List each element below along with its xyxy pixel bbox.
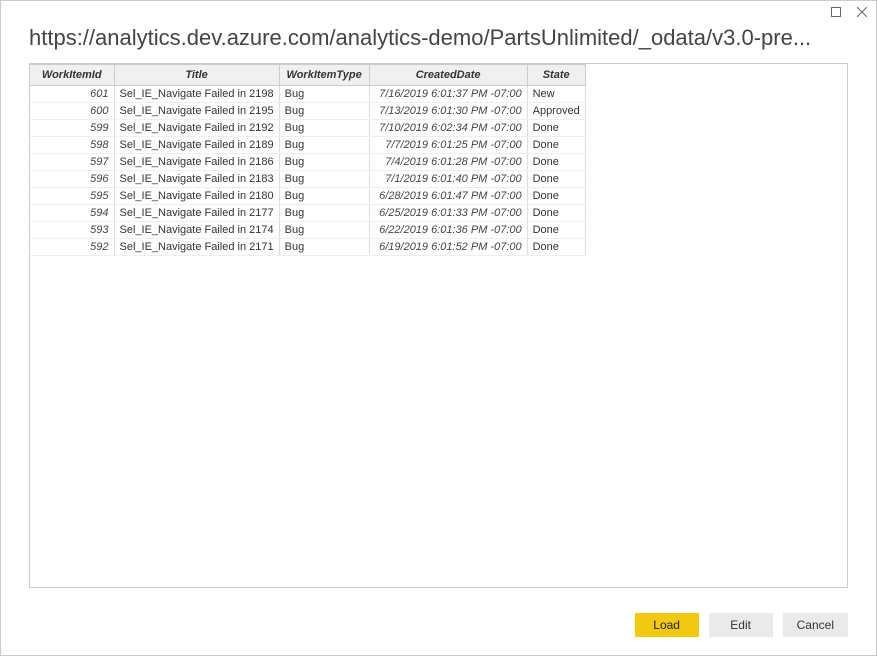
table-row[interactable]: 597Sel_IE_Navigate Failed in 2186Bug7/4/… bbox=[30, 154, 585, 171]
cell-workitemid: 592 bbox=[30, 239, 114, 256]
cancel-button[interactable]: Cancel bbox=[783, 613, 848, 637]
cell-state: Done bbox=[527, 239, 585, 256]
table-row[interactable]: 601Sel_IE_Navigate Failed in 2198Bug7/16… bbox=[30, 86, 585, 103]
load-button[interactable]: Load bbox=[635, 613, 699, 637]
cell-workitemid: 593 bbox=[30, 222, 114, 239]
cell-workitemid: 599 bbox=[30, 120, 114, 137]
cell-workitemid: 596 bbox=[30, 171, 114, 188]
cell-workitemid: 594 bbox=[30, 205, 114, 222]
cell-createddate: 7/16/2019 6:01:37 PM -07:00 bbox=[369, 86, 527, 103]
data-preview-panel: WorkItemId Title WorkItemType CreatedDat… bbox=[29, 63, 848, 588]
dialog-title-url: https://analytics.dev.azure.com/analytic… bbox=[1, 23, 876, 63]
column-header-workitemtype[interactable]: WorkItemType bbox=[279, 65, 369, 86]
cell-title: Sel_IE_Navigate Failed in 2186 bbox=[114, 154, 279, 171]
cell-workitemtype: Bug bbox=[279, 120, 369, 137]
cell-workitemtype: Bug bbox=[279, 188, 369, 205]
cell-createddate: 7/13/2019 6:01:30 PM -07:00 bbox=[369, 103, 527, 120]
cell-workitemid: 595 bbox=[30, 188, 114, 205]
cell-state: Done bbox=[527, 222, 585, 239]
cell-state: Done bbox=[527, 205, 585, 222]
cell-createddate: 7/10/2019 6:02:34 PM -07:00 bbox=[369, 120, 527, 137]
table-row[interactable]: 596Sel_IE_Navigate Failed in 2183Bug7/1/… bbox=[30, 171, 585, 188]
column-header-state[interactable]: State bbox=[527, 65, 585, 86]
cell-workitemid: 598 bbox=[30, 137, 114, 154]
cell-workitemtype: Bug bbox=[279, 154, 369, 171]
cell-createddate: 6/25/2019 6:01:33 PM -07:00 bbox=[369, 205, 527, 222]
cell-state: New bbox=[527, 86, 585, 103]
cell-title: Sel_IE_Navigate Failed in 2189 bbox=[114, 137, 279, 154]
cell-title: Sel_IE_Navigate Failed in 2198 bbox=[114, 86, 279, 103]
cell-state: Done bbox=[527, 154, 585, 171]
maximize-icon[interactable] bbox=[830, 6, 842, 18]
cell-state: Done bbox=[527, 120, 585, 137]
cell-workitemtype: Bug bbox=[279, 171, 369, 188]
column-header-workitemid[interactable]: WorkItemId bbox=[30, 65, 114, 86]
cell-title: Sel_IE_Navigate Failed in 2183 bbox=[114, 171, 279, 188]
cell-title: Sel_IE_Navigate Failed in 2195 bbox=[114, 103, 279, 120]
cell-createddate: 7/7/2019 6:01:25 PM -07:00 bbox=[369, 137, 527, 154]
table-row[interactable]: 600Sel_IE_Navigate Failed in 2195Bug7/13… bbox=[30, 103, 585, 120]
cell-title: Sel_IE_Navigate Failed in 2192 bbox=[114, 120, 279, 137]
cell-state: Done bbox=[527, 137, 585, 154]
table-row[interactable]: 598Sel_IE_Navigate Failed in 2189Bug7/7/… bbox=[30, 137, 585, 154]
close-icon[interactable] bbox=[856, 6, 868, 18]
cell-createddate: 6/19/2019 6:01:52 PM -07:00 bbox=[369, 239, 527, 256]
cell-workitemtype: Bug bbox=[279, 86, 369, 103]
data-table: WorkItemId Title WorkItemType CreatedDat… bbox=[30, 64, 586, 256]
cell-title: Sel_IE_Navigate Failed in 2177 bbox=[114, 205, 279, 222]
cell-state: Approved bbox=[527, 103, 585, 120]
table-row[interactable]: 599Sel_IE_Navigate Failed in 2192Bug7/10… bbox=[30, 120, 585, 137]
cell-workitemid: 600 bbox=[30, 103, 114, 120]
cell-createddate: 7/1/2019 6:01:40 PM -07:00 bbox=[369, 171, 527, 188]
cell-state: Done bbox=[527, 188, 585, 205]
cell-workitemid: 601 bbox=[30, 86, 114, 103]
column-header-title[interactable]: Title bbox=[114, 65, 279, 86]
column-header-createddate[interactable]: CreatedDate bbox=[369, 65, 527, 86]
cell-title: Sel_IE_Navigate Failed in 2180 bbox=[114, 188, 279, 205]
table-row[interactable]: 595Sel_IE_Navigate Failed in 2180Bug6/28… bbox=[30, 188, 585, 205]
cell-title: Sel_IE_Navigate Failed in 2171 bbox=[114, 239, 279, 256]
cell-workitemtype: Bug bbox=[279, 103, 369, 120]
cell-workitemid: 597 bbox=[30, 154, 114, 171]
table-row[interactable]: 594Sel_IE_Navigate Failed in 2177Bug6/25… bbox=[30, 205, 585, 222]
cell-workitemtype: Bug bbox=[279, 222, 369, 239]
cell-workitemtype: Bug bbox=[279, 205, 369, 222]
table-header-row: WorkItemId Title WorkItemType CreatedDat… bbox=[30, 65, 585, 86]
cell-title: Sel_IE_Navigate Failed in 2174 bbox=[114, 222, 279, 239]
table-row[interactable]: 593Sel_IE_Navigate Failed in 2174Bug6/22… bbox=[30, 222, 585, 239]
titlebar bbox=[1, 1, 876, 23]
table-row[interactable]: 592Sel_IE_Navigate Failed in 2171Bug6/19… bbox=[30, 239, 585, 256]
cell-state: Done bbox=[527, 171, 585, 188]
cell-workitemtype: Bug bbox=[279, 137, 369, 154]
dialog-footer: Load Edit Cancel bbox=[1, 599, 876, 655]
cell-createddate: 6/28/2019 6:01:47 PM -07:00 bbox=[369, 188, 527, 205]
cell-createddate: 6/22/2019 6:01:36 PM -07:00 bbox=[369, 222, 527, 239]
cell-createddate: 7/4/2019 6:01:28 PM -07:00 bbox=[369, 154, 527, 171]
edit-button[interactable]: Edit bbox=[709, 613, 773, 637]
cell-workitemtype: Bug bbox=[279, 239, 369, 256]
